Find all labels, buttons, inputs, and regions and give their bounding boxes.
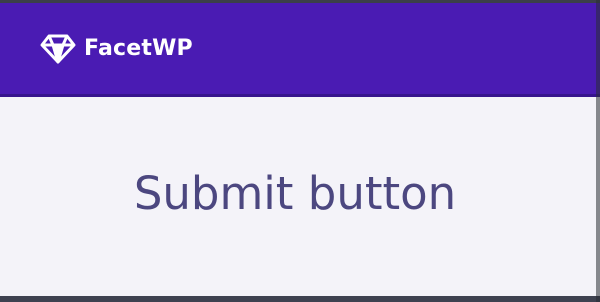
- main-content: Submit button: [0, 97, 600, 296]
- brand-name: FacetWP: [84, 36, 193, 61]
- page-title: Submit button: [133, 167, 457, 220]
- diamond-icon: [40, 34, 76, 64]
- window-right-edge: [596, 0, 600, 302]
- site-header: FacetWP: [0, 3, 600, 97]
- facetwp-logo[interactable]: FacetWP: [40, 33, 193, 65]
- window-bottom-edge: [0, 296, 600, 302]
